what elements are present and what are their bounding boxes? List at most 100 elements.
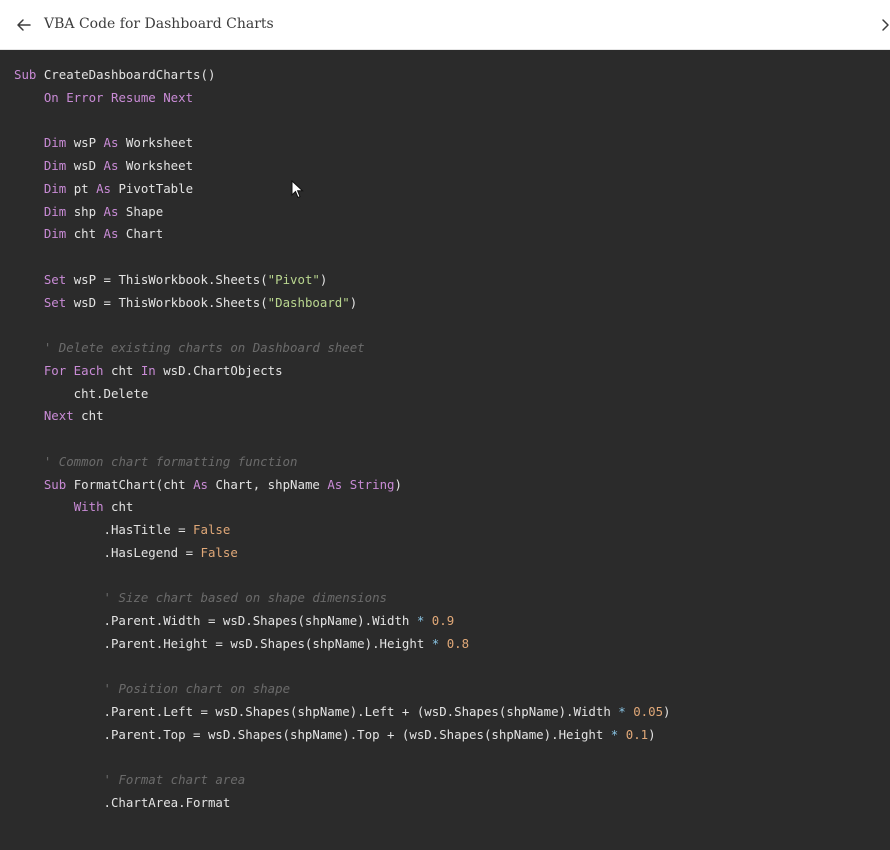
code-token: Set [43,271,67,287]
code-token: .ChartArea.Format [14,795,231,810]
code-token: wsP = ThisWorkbook.Sheets( [66,271,268,287]
code-token: cht [103,499,134,515]
code-token: ) [663,704,671,719]
code-line: ' Position chart on shape [14,678,671,701]
code-token: "Pivot" [267,271,320,287]
code-line: For Each cht In wsD.ChartObjects [14,360,671,383]
code-token: With [73,499,104,515]
code-line: Dim cht As Chart [14,223,671,246]
code-token: Chart, shpName [207,476,328,492]
code-line: With cht [14,496,671,519]
code-token: PivotTable [111,180,194,196]
code-token: Set [43,294,67,310]
code-token: FormatChart(cht [66,476,194,492]
code-token: 0.05 [633,704,664,719]
code-line: Next cht [14,405,671,428]
code-token: As [327,476,343,492]
code-token: * [618,704,626,719]
code-token: Dim [43,135,67,151]
code-token: wsP [66,135,104,151]
code-token: Sub [14,67,37,82]
arrow-left-icon [17,19,31,31]
code-token: Worksheet [118,158,194,173]
code-token: CreateDashboardCharts() [36,67,216,82]
code-token: ) [648,726,656,742]
back-button[interactable] [12,13,36,37]
forward-button[interactable] [874,14,890,36]
code-line: .HasLegend = False [14,542,671,565]
code-token: wsD.ChartObjects [155,362,283,378]
code-token: Shape [118,203,164,219]
code-token: As [103,158,119,173]
code-token: ' Delete existing charts on Dashboard sh… [43,340,365,355]
code-token: ) [319,271,328,287]
document-header: VBA Code for Dashboard Charts [0,0,890,50]
code-token: .Parent.Left = wsD.Shapes(shpName).Left … [14,704,619,719]
code-token: shp [66,203,104,219]
code-token: .Parent.Height = wsD.Shapes(shpName).Hei… [14,635,432,651]
code-line: Set wsD = ThisWorkbook.Sheets("Dashboard… [14,292,671,315]
code-token: .Parent.Width = wsD.Shapes(shpName).Widt… [14,613,417,628]
code-line: On Error Resume Next [14,87,671,110]
code-line: .Parent.Left = wsD.Shapes(shpName).Left … [14,701,671,724]
code-token: pt [66,180,97,196]
code-token: wsD [66,158,104,173]
code-token: ' Common chart formatting function [43,453,298,469]
code-block[interactable]: Sub CreateDashboardCharts() On Error Res… [0,50,890,850]
code-token: .Parent.Top = wsD.Shapes(shpName).Top + … [14,726,611,742]
code-line: Dim wsP As Worksheet [14,132,671,155]
code-token: For Each [43,362,104,378]
code-token: .HasTitle = [14,522,194,537]
code-line: Dim wsD As Worksheet [14,155,671,178]
code-line: Dim shp As Shape [14,201,671,224]
code-token: ) [394,476,402,492]
code-token: As [96,180,111,196]
code-line: ' Delete existing charts on Dashboard sh… [14,337,671,360]
code-token: Dim [43,203,67,219]
code-line: .ChartArea.Format [14,792,671,815]
code-token: As [103,226,119,242]
code-line: .Parent.Height = wsD.Shapes(shpName).Hei… [14,633,671,656]
code-token: Sub [43,476,67,492]
code-token: wsD = ThisWorkbook.Sheets( [66,294,268,310]
code-line: Sub CreateDashboardCharts() [14,64,671,87]
code-token: cht [103,362,141,378]
document-title: VBA Code for Dashboard Charts [44,16,274,32]
code-line: cht.Delete [14,383,671,406]
code-line: Dim pt As PivotTable [14,178,671,201]
code-token: False [193,522,231,537]
code-token: Worksheet [118,135,194,151]
code-line: ' Common chart formatting function [14,451,671,474]
code-token: ' Size chart based on shape dimensions [103,590,388,606]
chevron-right-icon [882,19,889,31]
code-content: Sub CreateDashboardCharts() On Error Res… [14,64,671,815]
code-token: Chart [118,226,164,242]
code-token: cht.Delete [14,385,149,401]
code-token: Dim [43,158,67,173]
code-token: cht [73,408,104,424]
code-token: As [103,135,119,151]
code-token: In [140,362,156,378]
code-token: 0.1 [625,726,649,742]
